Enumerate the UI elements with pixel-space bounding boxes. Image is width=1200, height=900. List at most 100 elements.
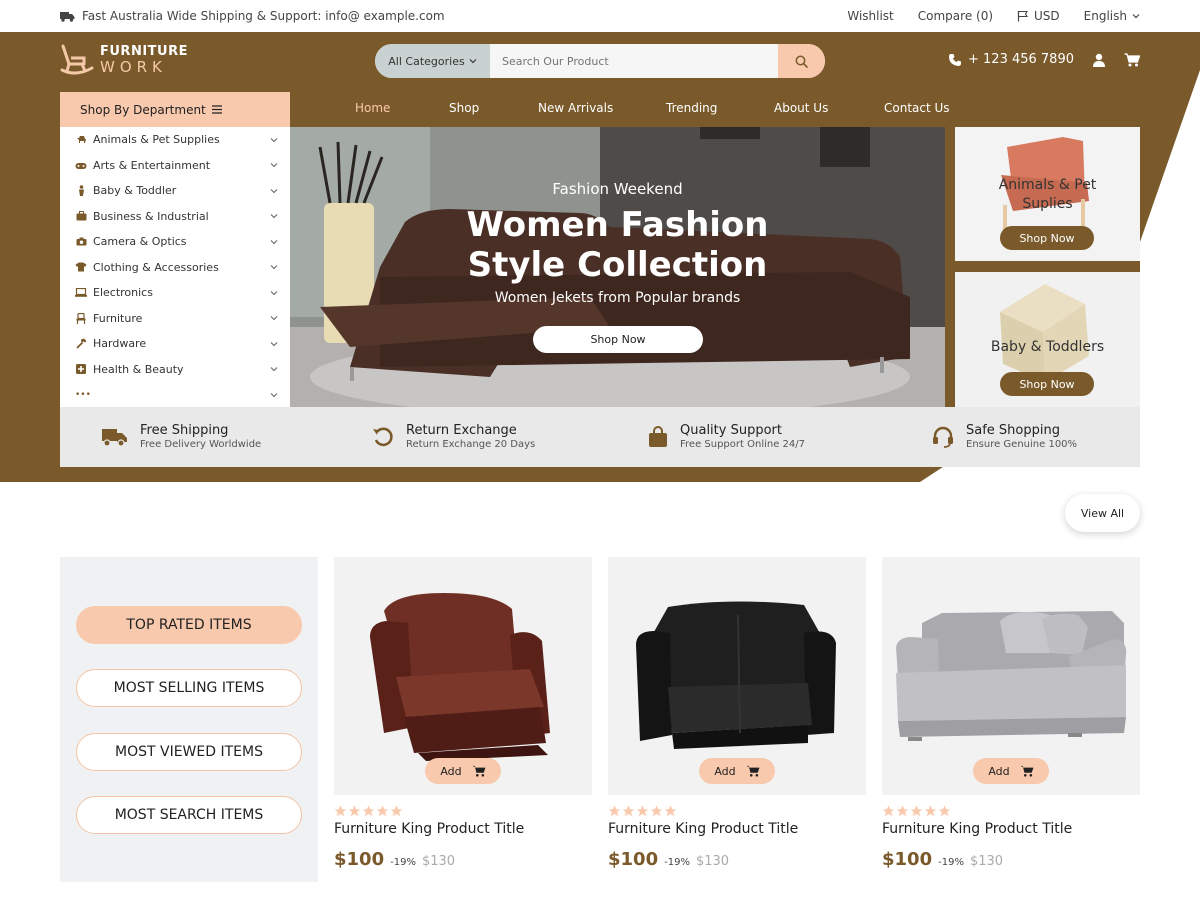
product-filter-tabs: TOP RATED ITEMS MOST SELLING ITEMS MOST … [60, 557, 318, 882]
add-to-cart-button[interactable]: Add [699, 758, 775, 784]
chevron-down-icon [270, 188, 278, 194]
add-label: Add [988, 764, 1010, 778]
phone-contact[interactable]: + 123 456 7890 [948, 52, 1074, 67]
current-price: $100 [608, 849, 659, 870]
dept-item-electronics[interactable]: Electronics [60, 280, 290, 306]
promo-shop-now-button[interactable]: Shop Now [1000, 372, 1094, 396]
feature-return-exchange: Return Exchange Return Exchange 20 Days [372, 407, 535, 467]
promo-card-baby: Baby & Toddlers Shop Now [955, 272, 1140, 407]
feature-quality-support: Quality Support Free Support Online 24/7 [648, 407, 805, 467]
compare-link[interactable]: Compare (0) [918, 9, 993, 23]
promo-shop-now-button[interactable]: Shop Now [1000, 226, 1094, 250]
current-price: $100 [882, 849, 933, 870]
chevron-down-icon [270, 341, 278, 347]
star-icon [390, 805, 403, 817]
star-icon [348, 805, 361, 817]
nav-new-arrivals[interactable]: New Arrivals [538, 101, 613, 115]
logo-line-2: WORK [100, 58, 167, 76]
phone-icon [949, 53, 961, 66]
language-selector[interactable]: English [1084, 9, 1140, 23]
more-icon: ••• [75, 389, 91, 400]
chevron-down-icon [469, 59, 477, 64]
product-price: $100 -19% $130 [882, 849, 1003, 870]
plus-box-icon [75, 363, 87, 375]
product-image-frame[interactable]: Add [882, 557, 1140, 795]
shipping-text: Fast Australia Wide Shipping & Support: … [82, 9, 445, 23]
product-image-frame[interactable]: Add [334, 557, 592, 795]
category-dropdown[interactable]: All Categories [375, 44, 490, 78]
paw-icon [75, 134, 87, 146]
header-actions: + 123 456 7890 [948, 52, 1140, 67]
cart-icon[interactable] [1124, 52, 1140, 67]
wishlist-link[interactable]: Wishlist [847, 9, 893, 23]
camera-icon [75, 236, 87, 248]
product-title[interactable]: Furniture King Product Title [882, 821, 1072, 837]
tab-most-viewed[interactable]: MOST VIEWED ITEMS [76, 733, 302, 771]
star-icon [896, 805, 909, 817]
star-icon [362, 805, 375, 817]
dept-item-health[interactable]: Health & Beauty [60, 357, 290, 383]
dept-item-baby[interactable]: Baby & Toddler [60, 178, 290, 204]
baby-icon [75, 185, 87, 197]
hero-banner: Fashion Weekend Women Fashion Style Coll… [290, 127, 945, 407]
chevron-down-icon [270, 367, 278, 372]
dept-item-more[interactable]: ••• [60, 382, 290, 408]
star-icon [938, 805, 951, 817]
nav-trending[interactable]: Trending [666, 101, 717, 115]
dept-label: Camera & Optics [93, 235, 187, 249]
department-menu-toggle[interactable]: Shop By Department [60, 92, 290, 127]
hero-subtitle: Women Jekets from Popular brands [494, 290, 741, 306]
chair-icon [75, 312, 87, 324]
nav-about-us[interactable]: About Us [774, 101, 828, 115]
search-button[interactable] [778, 44, 825, 78]
star-icon [924, 805, 937, 817]
tab-most-selling[interactable]: MOST SELLING ITEMS [76, 669, 302, 707]
search-icon [795, 55, 808, 68]
add-to-cart-button[interactable]: Add [425, 758, 501, 784]
view-all-button[interactable]: View All [1065, 494, 1140, 532]
currency-selector[interactable]: USD [1017, 9, 1060, 23]
dept-item-furniture[interactable]: Furniture [60, 306, 290, 332]
product-card: Add Furniture King Product Title $100 -1… [608, 557, 866, 887]
hero-shop-now-button[interactable]: Shop Now [533, 326, 703, 353]
promo-card-animals: Animals & Pet Suplies Shop Now [955, 127, 1140, 261]
cart-icon [472, 765, 486, 777]
old-price: $130 [695, 854, 730, 869]
return-icon [373, 427, 393, 447]
user-icon[interactable] [1092, 53, 1106, 67]
chevron-down-icon [270, 137, 278, 143]
flag-icon [1017, 10, 1028, 22]
old-price: $130 [969, 854, 1004, 869]
dept-item-arts[interactable]: Arts & Entertainment [60, 153, 290, 179]
current-price: $100 [334, 849, 385, 870]
dept-item-camera[interactable]: Camera & Optics [60, 229, 290, 255]
add-to-cart-button[interactable]: Add [973, 758, 1049, 784]
brand-logo[interactable]: FURNITURE WORK [60, 44, 188, 76]
product-card: Add Furniture King Product Title $100 -1… [882, 557, 1140, 887]
nav-shop[interactable]: Shop [449, 101, 479, 115]
product-title[interactable]: Furniture King Product Title [608, 821, 798, 837]
dept-item-animals[interactable]: Animals & Pet Supplies [60, 127, 290, 153]
tab-most-search[interactable]: MOST SEARCH ITEMS [76, 796, 302, 834]
nav-contact-us[interactable]: Contact Us [884, 101, 950, 115]
feature-safe-shopping: Safe Shopping Ensure Genuine 100% [932, 407, 1077, 467]
dept-item-business[interactable]: Business & Industrial [60, 204, 290, 230]
dept-label: Furniture [93, 311, 143, 325]
promo-title-line-2: Suplies [1022, 196, 1073, 212]
discount-badge: -19% [390, 857, 416, 868]
dept-item-clothing[interactable]: Clothing & Accessories [60, 255, 290, 281]
dept-item-hardware[interactable]: Hardware [60, 331, 290, 357]
nav-home[interactable]: Home [355, 101, 390, 115]
chevron-down-icon [270, 392, 278, 398]
search-input[interactable] [490, 44, 778, 78]
headset-icon [933, 426, 953, 448]
product-title[interactable]: Furniture King Product Title [334, 821, 524, 837]
department-list: Animals & Pet Supplies Arts & Entertainm… [60, 127, 290, 407]
product-image-frame[interactable]: Add [608, 557, 866, 795]
truck-icon [60, 11, 75, 22]
tab-top-rated[interactable]: TOP RATED ITEMS [76, 606, 302, 644]
shipping-notice: Fast Australia Wide Shipping & Support: … [60, 9, 445, 23]
feature-title: Free Shipping [140, 423, 229, 438]
dept-label: Animals & Pet Supplies [93, 133, 220, 147]
chevron-down-icon [270, 163, 278, 168]
